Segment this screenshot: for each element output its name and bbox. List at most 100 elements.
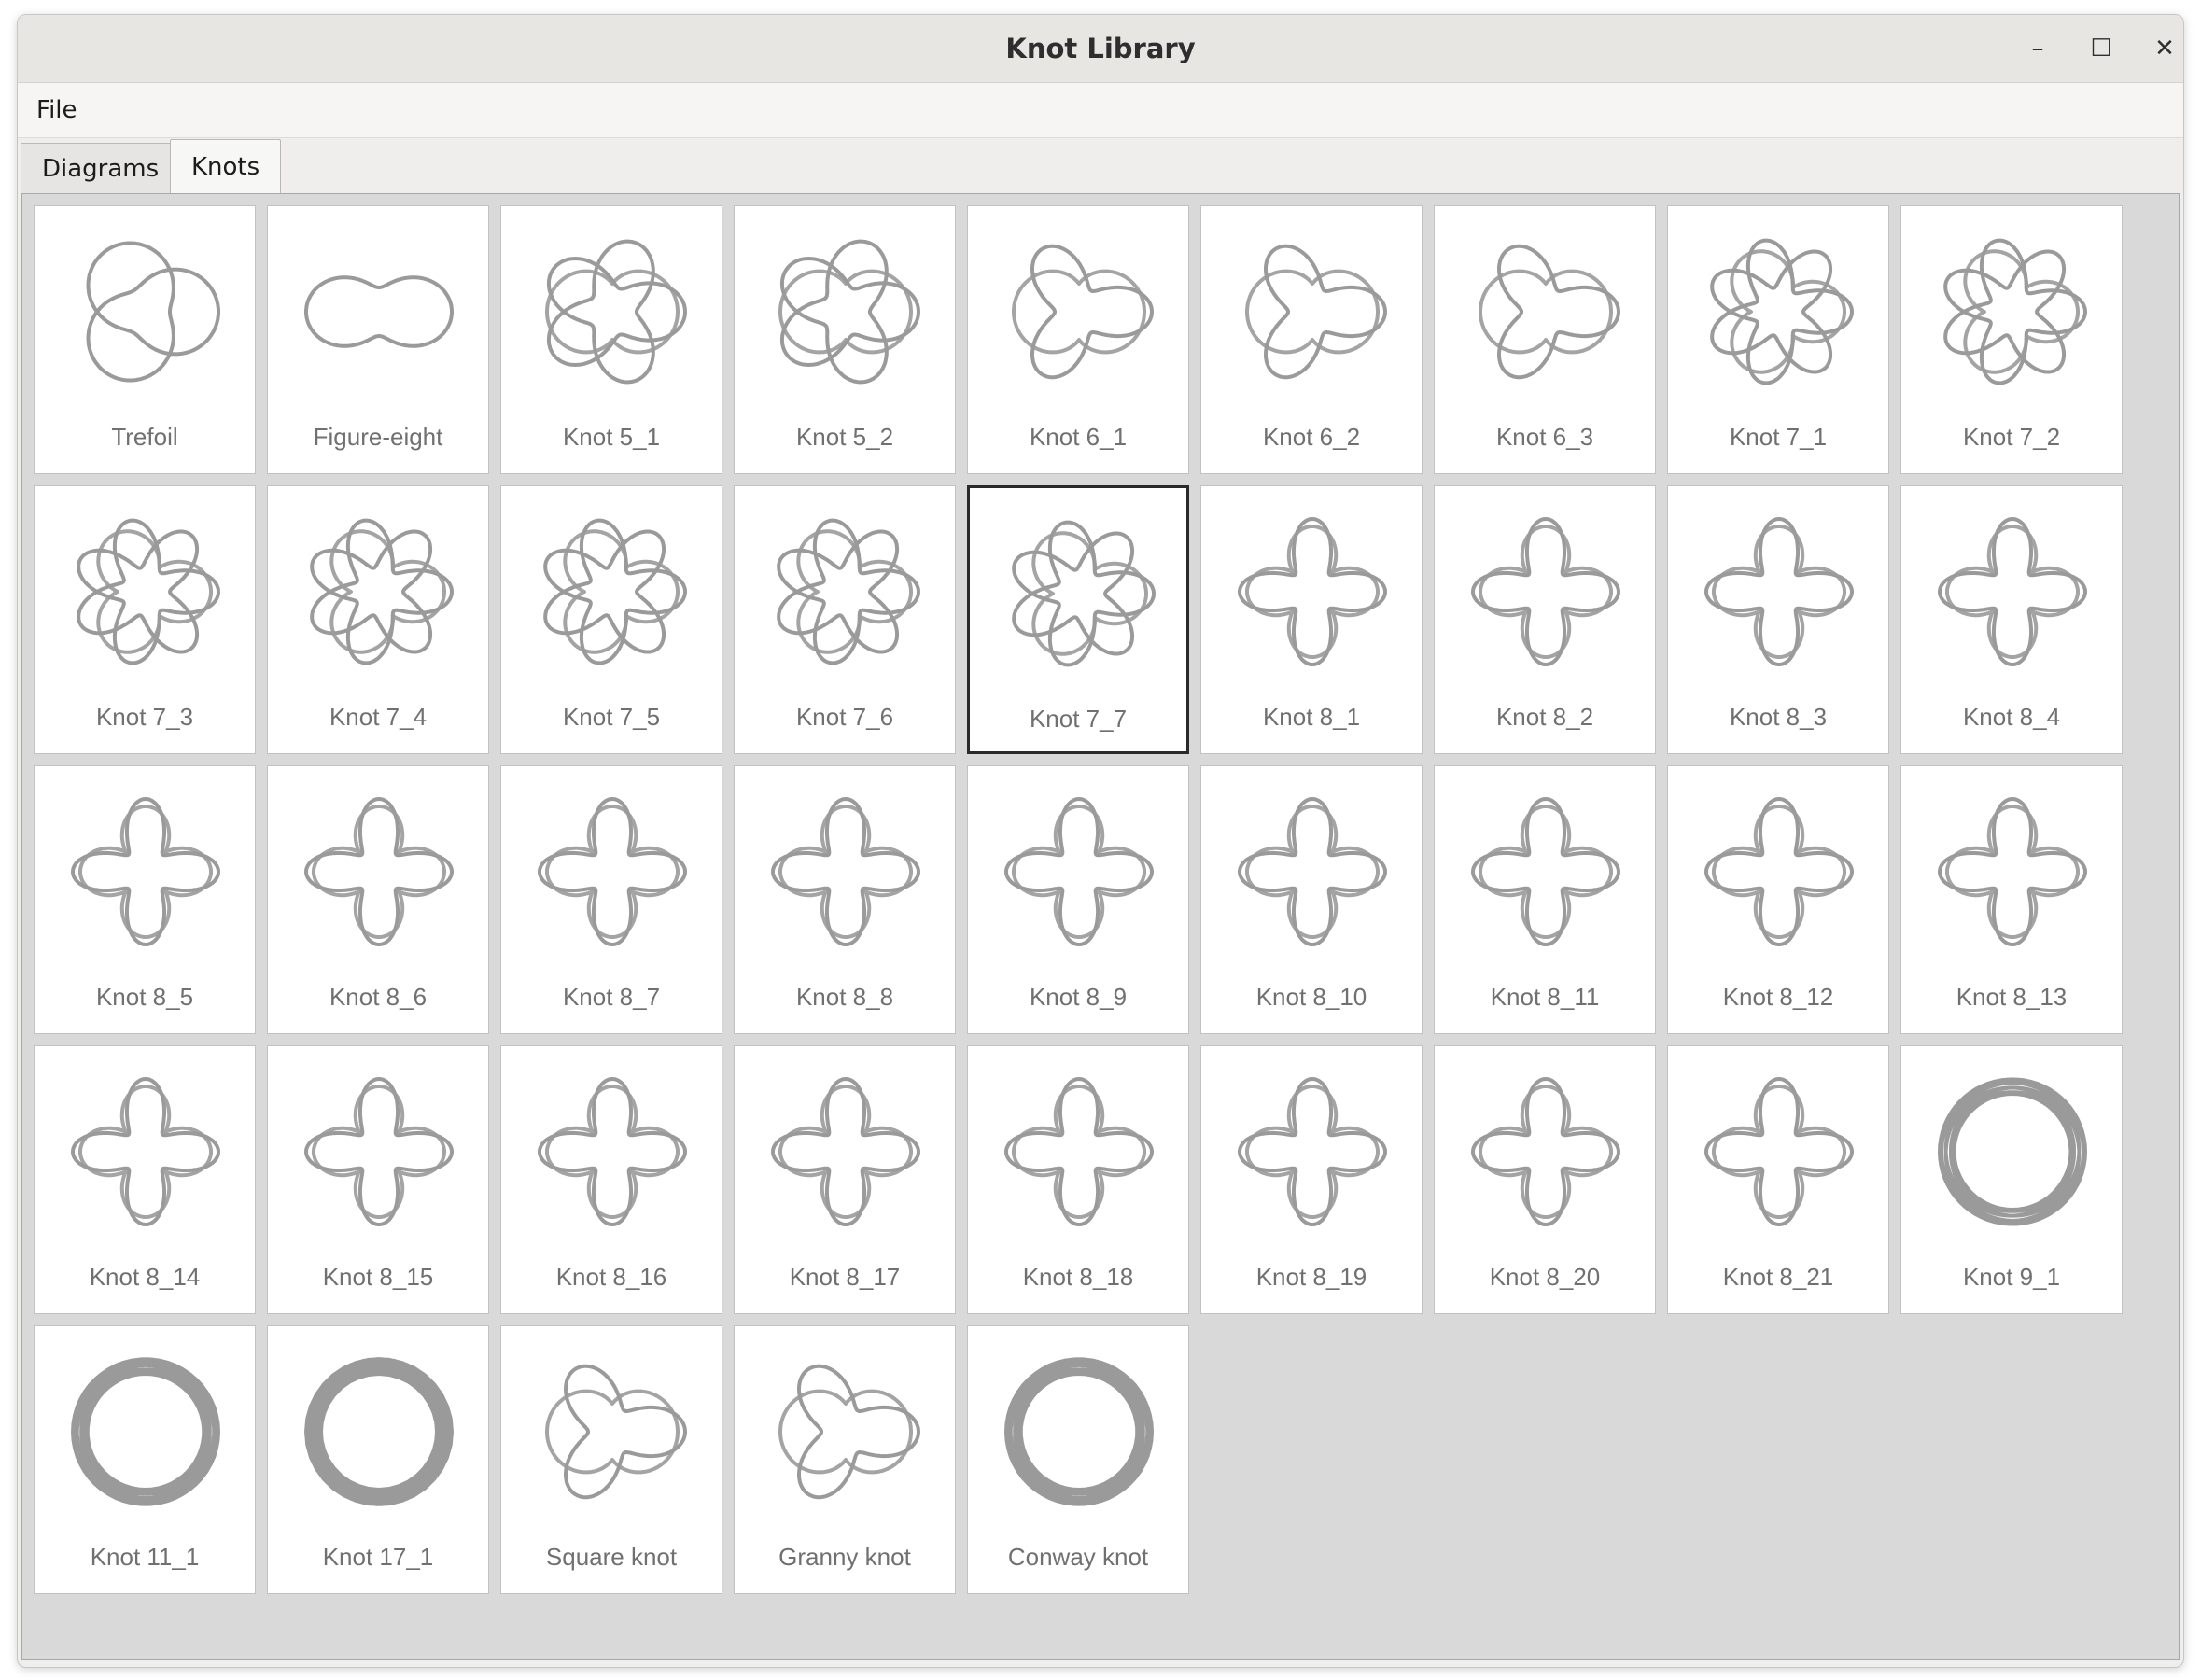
knot-diagram-icon [86,241,220,383]
knot-card[interactable]: Knot 8_11 [1434,765,1656,1034]
knot-diagram-icon [778,239,920,385]
knot-diagram-icon [1938,1077,2087,1226]
knot-card[interactable]: Knot 7_4 [267,485,489,754]
knot-label: Knot 8_14 [89,1263,201,1291]
knot-card[interactable]: Figure-eight [267,205,489,474]
maximize-icon[interactable]: ☐ [2082,30,2120,67]
knot-diagram-icon [1238,517,1387,666]
knot-card[interactable]: Knot 8_12 [1667,765,1889,1034]
knot-card[interactable]: Knot 17_1 [267,1325,489,1594]
knot-diagram-icon [1004,797,1154,946]
knot-card[interactable]: Knot 8_13 [1900,765,2123,1034]
knot-diagram-icon [310,518,454,665]
knot-label: Knot 8_17 [789,1263,901,1291]
knot-diagram-icon [1004,1077,1154,1226]
menu-file[interactable]: File [36,83,77,137]
knot-diagram-icon [1943,238,2087,385]
knot-diagram-icon [545,1364,687,1500]
knot-diagram-icon [545,239,687,385]
knot-diagram-icon [538,797,687,946]
knot-card[interactable]: Knot 6_1 [967,205,1189,474]
knot-card[interactable]: Knot 7_3 [34,485,256,754]
knot-card[interactable]: Knot 11_1 [34,1325,256,1594]
knot-card[interactable]: Knot 8_10 [1200,765,1423,1034]
knot-card[interactable]: Knot 7_5 [500,485,722,754]
knot-diagram-icon [777,518,920,665]
knot-card[interactable]: Knot 8_18 [967,1045,1189,1314]
menu-bar: File [18,83,2183,138]
knot-label: Knot 7_2 [1962,423,2061,451]
knot-card[interactable]: Trefoil [34,205,256,474]
knot-card[interactable]: Knot 7_1 [1667,205,1889,474]
knot-card[interactable]: Knot 7_7 [967,485,1189,754]
knot-label: Knot 8_5 [95,983,194,1011]
knot-label: Knot 6_1 [1029,423,1128,451]
knot-diagram-icon [1471,1077,1620,1226]
knot-card[interactable]: Knot 8_14 [34,1045,256,1314]
title-bar[interactable]: Knot Library – ☐ ✕ [18,15,2183,83]
knot-diagram-icon [1238,1077,1387,1226]
knot-diagram-icon [538,1077,687,1226]
knot-label: Knot 6_2 [1262,423,1361,451]
knot-card[interactable]: Granny knot [734,1325,956,1594]
knot-diagram-icon [1471,797,1620,946]
knot-diagram-icon [1938,797,2087,946]
knot-label: Square knot [545,1543,678,1571]
knot-label: Knot 11_1 [90,1543,200,1571]
knot-card[interactable]: Knot 8_3 [1667,485,1889,754]
knot-label: Granny knot [778,1543,911,1571]
knot-card[interactable]: Knot 8_19 [1200,1045,1423,1314]
knot-card[interactable]: Knot 8_20 [1434,1045,1656,1314]
knot-label: Knot 8_15 [322,1263,434,1291]
app-window: Knot Library – ☐ ✕ File Diagrams Knots T… [17,14,2184,1668]
knot-label: Knot 8_12 [1722,983,1834,1011]
knot-card[interactable]: Knot 5_2 [734,205,956,474]
knot-card[interactable]: Knot 8_2 [1434,485,1656,754]
knot-label: Knot 5_2 [795,423,894,451]
knot-diagram-icon [304,275,454,348]
tab-diagrams[interactable]: Diagrams [21,143,181,194]
tab-knots[interactable]: Knots [170,139,282,194]
knot-card[interactable]: Knot 6_3 [1434,205,1656,474]
knot-card[interactable]: Knot 6_2 [1200,205,1423,474]
knot-card[interactable]: Knot 9_1 [1900,1045,2123,1314]
knot-card[interactable]: Conway knot [967,1325,1189,1594]
knot-diagram-icon [1238,797,1387,946]
knot-label: Knot 8_11 [1490,983,1600,1011]
knot-card[interactable]: Knot 8_7 [500,765,722,1034]
close-icon[interactable]: ✕ [2146,30,2183,67]
knot-card[interactable]: Knot 8_1 [1200,485,1423,754]
knot-card[interactable]: Knot 8_15 [267,1045,489,1314]
knot-diagram-icon [771,797,920,946]
knot-diagram-icon [1012,244,1154,380]
knot-diagram-icon [778,1364,920,1500]
knot-card[interactable]: Knot 8_8 [734,765,956,1034]
knot-card[interactable]: Knot 8_16 [500,1045,722,1314]
knot-card[interactable]: Knot 8_4 [1900,485,2123,754]
knot-card[interactable]: Knot 7_6 [734,485,956,754]
knot-label: Trefoil [111,423,178,451]
knot-card[interactable]: Knot 8_6 [267,765,489,1034]
knot-diagram-icon [1704,1077,1854,1226]
knot-label: Knot 7_5 [562,703,661,731]
knot-card[interactable]: Square knot [500,1325,722,1594]
knot-card[interactable]: Knot 8_17 [734,1045,956,1314]
knot-diagram-icon [304,1357,454,1506]
knots-panel: Trefoil Figure-eight Knot 5_1 Knot 5_2 Knot … [21,193,2180,1660]
knot-diagram-icon [1471,517,1620,666]
knot-card[interactable]: Knot 7_2 [1900,205,2123,474]
knot-label: Knot 8_2 [1495,703,1594,731]
knot-diagram-icon [71,797,220,946]
knot-label: Knot 7_6 [795,703,894,731]
knot-card[interactable]: Knot 8_5 [34,765,256,1034]
knot-card[interactable]: Knot 5_1 [500,205,722,474]
knot-label: Knot 8_3 [1729,703,1828,731]
knot-label: Figure-eight [313,423,443,451]
knot-diagram-icon [1710,238,1854,385]
knot-card[interactable]: Knot 8_21 [1667,1045,1889,1314]
knot-label: Conway knot [1007,1543,1149,1571]
minimize-icon[interactable]: – [2019,30,2056,67]
knot-label: Knot 8_4 [1962,703,2061,731]
knot-card[interactable]: Knot 8_9 [967,765,1189,1034]
knot-diagram-icon [304,1077,454,1226]
